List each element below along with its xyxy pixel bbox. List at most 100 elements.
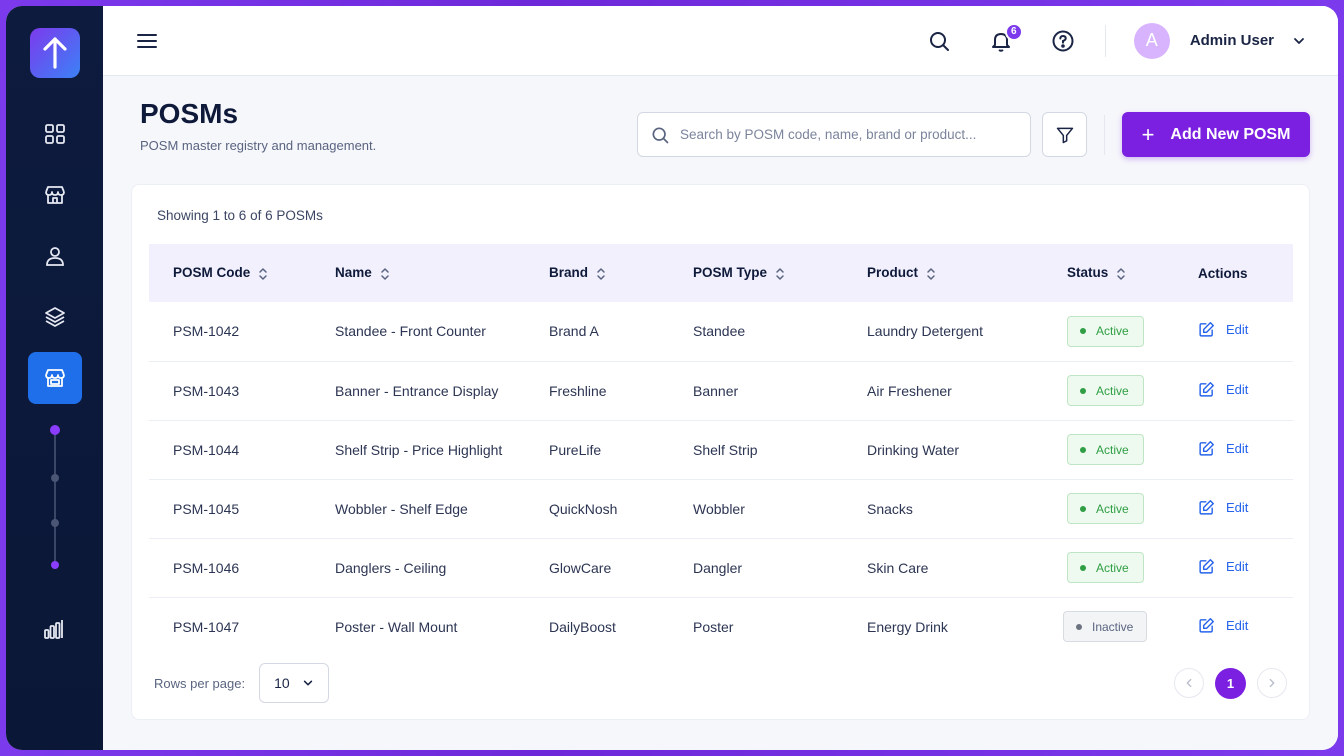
stepper-line [53,433,56,569]
cell-product: Snacks [867,500,913,517]
status-dot-icon [1076,623,1082,630]
status-badge: Active [1067,493,1144,524]
sidebar-item-users[interactable] [28,230,82,282]
sort-icon[interactable] [775,267,785,281]
status-badge: Active [1067,434,1144,465]
cell-status: Active [1043,479,1174,538]
column-header-posm-type[interactable]: POSM Type [669,244,843,302]
sidebar-item-stores[interactable] [28,169,82,221]
title-block: POSMs POSM master registry and managemen… [133,98,376,153]
cell-name: Shelf Strip - Price Highlight [335,441,503,458]
edit-button[interactable]: Edit [1198,381,1248,398]
column-header-product[interactable]: Product [843,244,1043,302]
edit-button[interactable]: Edit [1198,617,1248,634]
search-icon [652,126,669,143]
sidebar [6,6,103,750]
column-header-posm-code[interactable]: POSM Code [149,244,311,302]
cell-brand: PureLife [549,441,602,458]
search-icon[interactable] [927,29,951,53]
cell-name: Wobbler - Shelf Edge [335,500,468,517]
edit-icon [1199,499,1214,515]
cell-posm-code: PSM-1046 [173,559,240,576]
status-dot-icon [1080,564,1086,571]
edit-icon [1199,322,1214,337]
sidebar-item-layers[interactable] [28,291,82,343]
cell-name: Danglers - Ceiling [335,559,447,576]
stepper-dot [50,561,59,569]
rows-per-page-value: 10 [274,675,290,691]
edit-icon [1199,381,1214,397]
sort-icon[interactable] [380,267,390,281]
cell-posm-type: Shelf Strip [693,441,758,458]
hamburger-menu-icon[interactable] [135,29,159,53]
status-dot-icon [1080,328,1086,335]
chevron-down-icon[interactable] [1292,34,1306,48]
notifications-button[interactable]: 6 [989,22,1023,53]
layers-icon [44,307,65,327]
topbar-actions: 6 A Admin User [889,22,1306,59]
sidebar-item-dashboard[interactable] [28,108,82,160]
cell-status: Active [1043,302,1174,361]
filter-button[interactable] [1042,112,1087,157]
chevron-right-icon [1269,678,1275,688]
stepper-dot [49,425,60,435]
sort-icon[interactable] [926,267,936,281]
notification-badge: 6 [1004,22,1023,41]
page-header: POSMs POSM master registry and managemen… [133,76,1310,184]
edit-button[interactable]: Edit [1198,321,1248,338]
rows-per-page-label: Rows per page: [154,675,246,691]
rows-per-page-select[interactable]: 10 [259,663,330,703]
edit-button[interactable]: Edit [1198,558,1248,575]
cell-brand: GlowCare [549,559,612,576]
main-area: 6 A Admin User POSMs POSM master registr… [103,6,1338,750]
sort-icon[interactable] [596,267,606,281]
pagination: 1 [1174,667,1287,699]
previous-page-button[interactable] [1174,668,1204,698]
cell-product: Drinking Water [867,441,960,458]
table-row: PSM-1044 Shelf Strip - Price Highlight P… [149,420,1293,479]
sort-icon[interactable] [258,267,268,281]
posm-table: POSM Code Name Brand POSM Type Product S… [149,244,1293,656]
cell-posm-code: PSM-1043 [173,382,240,399]
sidebar-item-reports[interactable] [27,603,81,655]
cell-product: Skin Care [867,559,929,576]
app-window: 6 A Admin User POSMs POSM master registr… [6,6,1338,750]
column-header-brand[interactable]: Brand [525,244,669,302]
bar-chart-icon [44,620,63,639]
cell-status: Active [1043,538,1174,597]
next-page-button[interactable] [1257,668,1287,698]
avatar[interactable]: A [1133,22,1170,59]
page-number-current[interactable]: 1 [1215,667,1246,699]
column-header-name[interactable]: Name [311,244,525,302]
column-header-actions: Actions [1198,265,1248,281]
page-subtitle: POSM master registry and management. [140,138,377,153]
cell-brand: Brand A [549,323,599,340]
dashboard-grid-icon [44,124,65,144]
sidebar-item-posm[interactable] [27,352,82,404]
add-new-posm-button[interactable]: + Add New POSM [1122,112,1310,157]
column-header-status[interactable]: Status [1043,244,1174,302]
cell-actions: Edit [1174,538,1293,597]
user-name[interactable]: Admin User [1190,32,1274,49]
sort-icon[interactable] [1116,267,1126,281]
cell-status: Inactive [1043,597,1174,656]
table-footer: Rows per page: 10 1 [154,663,1287,703]
cell-product: Laundry Detergent [867,323,983,340]
edit-icon [1199,440,1214,456]
edit-button[interactable]: Edit [1198,499,1248,516]
topbar: 6 A Admin User [103,6,1338,76]
cell-posm-type: Standee [693,323,746,340]
cell-posm-code: PSM-1042 [173,323,240,340]
cell-brand: Freshline [549,382,607,399]
search-input[interactable] [680,127,1018,142]
search-box[interactable] [637,112,1031,157]
cell-name: Poster - Wall Mount [335,618,458,635]
cell-actions: Edit [1174,361,1293,420]
cell-posm-type: Banner [693,382,739,399]
arrow-up-logo-icon[interactable] [29,28,80,78]
help-icon[interactable] [1051,29,1075,53]
edit-icon [1199,558,1214,574]
edit-button[interactable]: Edit [1198,440,1248,457]
table-row: PSM-1042 Standee - Front Counter Brand A… [149,302,1293,361]
showing-count: Showing 1 to 6 of 6 POSMs [157,208,323,223]
